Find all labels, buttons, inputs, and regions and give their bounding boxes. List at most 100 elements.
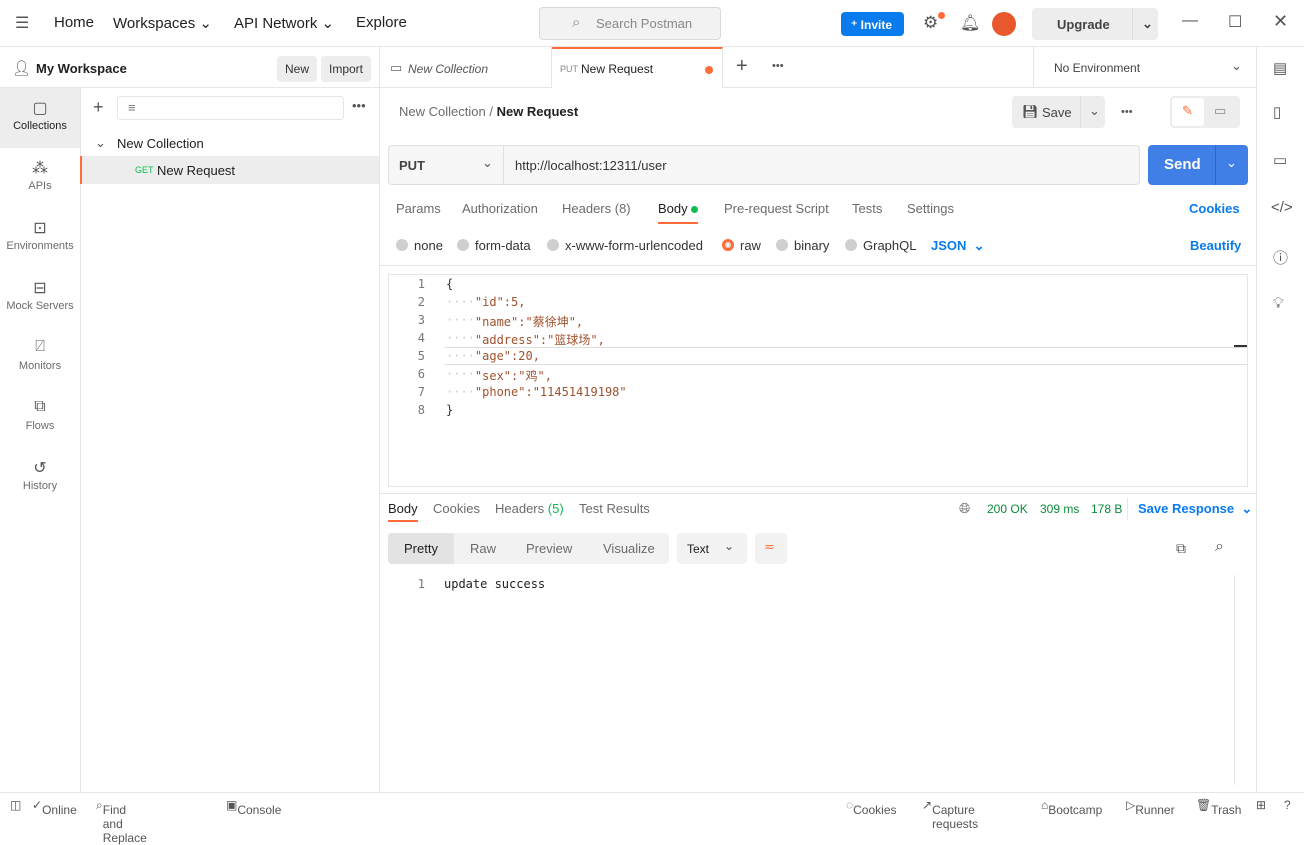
nav-explore[interactable]: Explore	[356, 14, 407, 31]
send-button[interactable]: Send ⌄	[1148, 145, 1248, 185]
nav-workspaces[interactable]: Workspaces ⌄	[113, 14, 212, 32]
response-tab-headers[interactable]: Headers (5)	[495, 501, 564, 516]
save-response-button[interactable]: Save Response ⌄	[1138, 501, 1252, 517]
wrap-lines-icon[interactable]: ≂	[755, 533, 787, 564]
beautify-link[interactable]: Beautify	[1190, 238, 1241, 253]
tab-new-collection[interactable]: ▭ New Collection	[380, 47, 552, 88]
cookies-link[interactable]: Cookies	[1189, 201, 1240, 216]
method-select[interactable]: PUT ⌄	[389, 146, 504, 184]
close-icon[interactable]: ✕	[1273, 11, 1288, 32]
sidebar-toggle-icon[interactable]: ◫	[10, 798, 21, 812]
rail-monitors[interactable]: ⍁ Monitors	[0, 328, 80, 388]
documentation-icon[interactable]: ▯	[1273, 103, 1281, 121]
edit-icon[interactable]: ✎	[1172, 98, 1204, 126]
radio-none[interactable]: none	[396, 238, 443, 253]
find-replace-button[interactable]: ⌕ Find and Replace	[96, 798, 147, 845]
view-raw[interactable]: Raw	[470, 541, 496, 556]
response-time[interactable]: 309 ms	[1040, 502, 1079, 516]
environment-quick-look-icon[interactable]: ▤	[1273, 59, 1287, 77]
send-chevron-icon[interactable]: ⌄	[1215, 145, 1237, 185]
tab-headers[interactable]: Headers (8)	[562, 201, 631, 216]
lightbulb-icon[interactable]: 💡︎	[1273, 295, 1284, 312]
comments-icon[interactable]: ▭	[1273, 151, 1287, 169]
menu-icon[interactable]: ☰	[15, 13, 29, 33]
rail-label: Mock Servers	[6, 300, 74, 312]
help-icon[interactable]: ?	[1284, 798, 1291, 812]
response-scrollbar[interactable]	[1234, 575, 1248, 785]
response-format-select[interactable]: Text ⌄	[677, 533, 747, 564]
tab-settings[interactable]: Settings	[907, 201, 954, 216]
console-button[interactable]: ▣ Console	[226, 798, 281, 817]
view-pretty[interactable]: Pretty	[388, 533, 454, 564]
format-select[interactable]: JSON ⌄	[931, 238, 985, 254]
breadcrumb-parent[interactable]: New Collection	[399, 104, 486, 119]
cookies-button[interactable]: ◌ Cookies	[846, 798, 897, 817]
save-button[interactable]: 💾︎ Save ⌄	[1012, 96, 1105, 128]
import-button[interactable]: Import	[321, 56, 372, 82]
upgrade-chevron-icon[interactable]: ⌄	[1132, 8, 1153, 40]
view-visualize[interactable]: Visualize	[603, 541, 655, 556]
tab-new-request[interactable]: PUT New Request	[552, 47, 723, 88]
bootcamp-button[interactable]: ⌂ Bootcamp	[1041, 798, 1102, 817]
radio-graphql[interactable]: GraphQL	[845, 238, 916, 253]
collection-item[interactable]: ⌄ New Collection	[80, 132, 380, 156]
capture-button[interactable]: ↗ Capture requests	[922, 798, 978, 831]
rail-collections[interactable]: ▢ Collections	[0, 88, 80, 148]
nav-api-network[interactable]: API Network ⌄	[234, 14, 334, 32]
tab-params[interactable]: Params	[396, 201, 441, 216]
nav-home[interactable]: Home	[54, 14, 94, 31]
radio-raw[interactable]: raw	[722, 238, 761, 253]
response-size[interactable]: 178 B	[1091, 502, 1122, 516]
rail-flows[interactable]: ⧉ Flows	[0, 388, 80, 448]
code-icon[interactable]: </>	[1271, 199, 1293, 216]
environment-select[interactable]: No Environment ⌄	[1033, 47, 1256, 88]
save-chevron-icon[interactable]: ⌄	[1080, 96, 1100, 128]
copy-icon[interactable]: ⧉	[1176, 540, 1186, 557]
tab-pre-request-script[interactable]: Pre-request Script	[724, 201, 829, 216]
rail-history[interactable]: ↺ History	[0, 448, 80, 508]
response-status[interactable]: 200 OK	[987, 502, 1028, 516]
comment-icon[interactable]: ▭	[1214, 103, 1226, 119]
tab-authorization[interactable]: Authorization	[462, 201, 538, 216]
more-icon[interactable]: •••	[1121, 106, 1133, 118]
trash-button[interactable]: 🗑︎ Trash	[1196, 798, 1241, 817]
add-icon[interactable]: +	[93, 97, 104, 118]
layout-icon[interactable]: ⊞	[1256, 798, 1266, 812]
rail-apis[interactable]: ⁂ APIs	[0, 148, 80, 208]
filter-input[interactable]: ≡	[117, 96, 344, 120]
avatar[interactable]	[992, 12, 1016, 36]
tab-label: New Collection	[408, 62, 489, 76]
search-response-icon[interactable]: ⌕	[1215, 538, 1224, 556]
search-input[interactable]: ⌕ Search Postman	[539, 7, 721, 40]
radio-form-data[interactable]: form-data	[457, 238, 531, 253]
radio-label: none	[414, 238, 443, 253]
tab-body[interactable]: Body	[658, 201, 699, 224]
url-input[interactable]: http://localhost:12311/user	[515, 158, 667, 173]
upgrade-button[interactable]: Upgrade ⌄	[1032, 8, 1158, 40]
view-preview[interactable]: Preview	[526, 541, 572, 556]
tab-tests[interactable]: Tests	[852, 201, 882, 216]
rail-environments[interactable]: ⊡ Environments	[0, 208, 80, 268]
request-item[interactable]: GET New Request	[80, 156, 379, 184]
response-tab-test-results[interactable]: Test Results	[579, 501, 650, 516]
online-status[interactable]: ✓ Online	[32, 798, 77, 817]
new-button[interactable]: New	[277, 56, 318, 82]
radio-binary[interactable]: binary	[776, 238, 829, 253]
maximize-icon[interactable]: ☐	[1228, 12, 1242, 32]
new-tab-icon[interactable]: +	[736, 55, 748, 78]
radio-urlencoded[interactable]: x-www-form-urlencoded	[547, 238, 703, 253]
runner-button[interactable]: ▷ Runner	[1126, 798, 1175, 817]
tab-more-icon[interactable]: •••	[772, 60, 784, 72]
response-tab-body[interactable]: Body	[388, 501, 418, 522]
rail-mock-servers[interactable]: ⊟ Mock Servers	[0, 268, 80, 328]
more-icon[interactable]: •••	[352, 98, 366, 113]
info-icon[interactable]: ⓘ	[1273, 247, 1288, 268]
minimize-icon[interactable]: —	[1182, 12, 1198, 30]
bell-icon[interactable]: 🔔︎	[960, 13, 980, 33]
settings-icon[interactable]: ⚙	[923, 13, 938, 33]
response-tab-cookies[interactable]: Cookies	[433, 501, 480, 516]
workspace-name[interactable]: My Workspace	[36, 61, 127, 76]
top-bar: ☰ Home Workspaces ⌄ API Network ⌄ Explor…	[0, 0, 1304, 47]
tab-bar: ▭ New Collection PUT New Request + ••• No …	[380, 47, 1256, 88]
invite-button[interactable]: ⁺ Invite	[841, 12, 904, 36]
